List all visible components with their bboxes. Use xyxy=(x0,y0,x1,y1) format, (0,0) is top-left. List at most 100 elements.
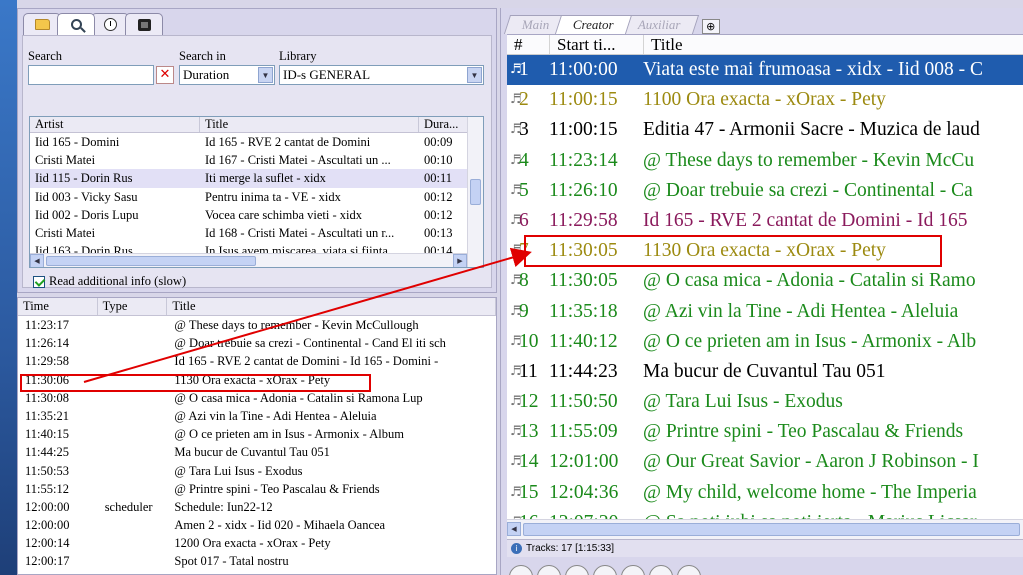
tab-search[interactable] xyxy=(57,13,95,35)
tab-film[interactable] xyxy=(125,13,163,35)
transport-button[interactable] xyxy=(593,565,617,575)
history-row[interactable]: 11:55:12 @ Printre spini - Teo Pascalau &… xyxy=(18,480,496,498)
column-start-time[interactable]: Start ti... xyxy=(550,35,644,54)
library-row[interactable]: Iid 002 - Doris Lupu Vocea care schimba v… xyxy=(30,206,483,224)
playlist-row[interactable]: ♬ 12 11:50:50 @ Tara Lui Isus - Exodus xyxy=(507,387,1023,417)
title-cell: @ Doar trebuie sa crezi - Continental - … xyxy=(643,179,973,201)
transport-button[interactable] xyxy=(677,565,701,575)
history-row[interactable]: 11:35:21 @ Azi vin la Tine - Adi Hentea -… xyxy=(18,407,496,425)
library-row[interactable]: Cristi Matei Id 167 - Cristi Matei - Ascu… xyxy=(30,151,483,169)
library-select[interactable]: ID-s GENERAL ▼ xyxy=(279,65,484,85)
title-cell: Iti merge la suflet - xidx xyxy=(205,171,326,186)
checkbox-checked[interactable] xyxy=(33,275,45,288)
library-row[interactable]: Iid 003 - Vicky Sasu Pentru inima ta - VE… xyxy=(30,188,483,206)
column-title[interactable]: Title xyxy=(167,298,496,315)
column-title[interactable]: Title xyxy=(200,117,419,132)
clear-search-button[interactable]: ✕ xyxy=(156,66,174,84)
tab-clock[interactable] xyxy=(91,13,129,35)
transport-button[interactable] xyxy=(537,565,561,575)
transport-button[interactable] xyxy=(509,565,533,575)
transport-button[interactable] xyxy=(621,565,645,575)
library-label: Library xyxy=(279,49,317,63)
history-row[interactable]: 12:00:14 1200 Ora exacta - xOrax - Pety xyxy=(18,534,496,552)
title-cell: Pentru inima ta - VE - xidx xyxy=(205,189,341,204)
type-cell: scheduler xyxy=(104,499,153,514)
playlist-grid[interactable]: # Start ti... Title ♬ 1 11:00:00 Viata este… xyxy=(507,34,1023,539)
number-cell: 12 xyxy=(519,391,539,413)
title-cell: @ Azi vin la Tine - Adi Hentea - Aleluia xyxy=(643,300,959,322)
music-note-icon: ♬ xyxy=(510,122,522,138)
playlist-row[interactable]: ♬ 6 11:29:58 Id 165 - RVE 2 cantat de Domin… xyxy=(507,206,1023,236)
playlist-row[interactable]: ♬ 13 11:55:09 @ Printre spini - Teo Pascala… xyxy=(507,417,1023,447)
playlist-row[interactable]: ♬ 14 12:01:00 @ Our Great Savior - Aaron J … xyxy=(507,447,1023,477)
library-grid[interactable]: Artist Title Dura... Iid 165 - Domini Id … xyxy=(29,116,484,268)
column-duration[interactable]: Dura... xyxy=(419,117,469,132)
history-highlight-box xyxy=(20,374,371,392)
type-cell xyxy=(98,425,168,443)
number-cell: 6 xyxy=(519,209,529,231)
playlist-hscrollbar[interactable]: ◀ xyxy=(507,519,1023,539)
time-cell: 11:35:21 xyxy=(25,408,69,423)
history-row[interactable]: 11:50:53 @ Tara Lui Isus - Exodus xyxy=(18,462,496,480)
music-note-icon: ♬ xyxy=(510,333,522,349)
time-cell: 11:55:12 xyxy=(25,481,69,496)
history-row[interactable]: 12:00:17 Spot 017 - Tatal nostru xyxy=(18,552,496,570)
playlist-row[interactable]: ♬ 5 11:26:10 @ Doar trebuie sa crezi - Cont… xyxy=(507,176,1023,206)
playlist-row[interactable]: ♬ 10 11:40:12 @ O ce prieten am in Isus - A… xyxy=(507,327,1023,357)
scroll-thumb[interactable] xyxy=(523,523,1020,536)
playlist-row[interactable]: ♬ 4 11:23:14 @ These days to remember - Kev… xyxy=(507,146,1023,176)
library-hscrollbar[interactable]: ◀ ▶ xyxy=(30,253,467,267)
playlist-row[interactable]: ♬ 3 11:00:15 Editia 47 - Armonii Sacre - Mu… xyxy=(507,115,1023,145)
chevron-down-icon[interactable]: ▼ xyxy=(467,67,482,83)
search-input[interactable] xyxy=(28,65,154,85)
playlist-row[interactable]: ♬ 9 11:35:18 @ Azi vin la Tine - Adi Hentea… xyxy=(507,297,1023,327)
add-tab-button[interactable]: ⊕ xyxy=(701,19,720,34)
chevron-down-icon[interactable]: ▼ xyxy=(258,67,273,83)
history-row[interactable]: 12:00:00 Amen 2 - xidx - Iid 020 - Mihael… xyxy=(18,516,496,534)
music-note-icon: ♬ xyxy=(510,454,522,470)
column-number[interactable]: # xyxy=(507,35,550,54)
library-row[interactable]: Iid 115 - Dorin Rus Iti merge la suflet -… xyxy=(30,169,483,188)
start-time-cell: 11:55:09 xyxy=(549,421,618,443)
scroll-right-icon[interactable]: ▶ xyxy=(453,254,467,267)
artist-cell: Cristi Matei xyxy=(35,153,96,168)
time-cell: 11:23:17 xyxy=(25,318,69,332)
tab-creator[interactable]: Creator xyxy=(555,15,633,34)
scroll-left-icon[interactable]: ◀ xyxy=(30,254,44,267)
library-row[interactable]: Cristi Matei Id 168 - Cristi Matei - Ascu… xyxy=(30,224,483,242)
number-cell: 8 xyxy=(519,270,529,292)
scroll-thumb[interactable] xyxy=(46,256,256,266)
history-row[interactable]: 11:29:58 Id 165 - RVE 2 cantat de Domini … xyxy=(18,352,496,370)
scroll-left-icon[interactable]: ◀ xyxy=(507,522,521,536)
library-vscrollbar[interactable] xyxy=(467,117,483,267)
search-in-select[interactable]: Duration ▼ xyxy=(179,65,275,85)
read-info-checkbox[interactable]: Read additional info (slow) xyxy=(33,274,186,289)
scroll-thumb[interactable] xyxy=(470,179,481,205)
history-row[interactable]: 11:40:15 @ O ce prieten am in Isus - Armo… xyxy=(18,425,496,443)
number-cell: 14 xyxy=(519,451,539,473)
tab-auxiliar[interactable]: Auxiliar xyxy=(620,15,699,34)
playlist-row[interactable]: ♬ 15 12:04:36 @ My child, welcome home - Th… xyxy=(507,478,1023,508)
library-value: ID-s GENERAL xyxy=(283,67,371,82)
column-artist[interactable]: Artist xyxy=(30,117,200,132)
transport-button[interactable] xyxy=(565,565,589,575)
history-row[interactable]: 11:23:17 @ These days to remember - Kevin… xyxy=(18,316,496,334)
tab-folder[interactable] xyxy=(23,13,61,35)
column-time[interactable]: Time xyxy=(18,298,98,315)
type-cell xyxy=(98,316,168,334)
playlist-row[interactable]: ♬ 8 11:30:05 @ O casa mica - Adonia - Catal… xyxy=(507,266,1023,296)
library-row[interactable]: Iid 165 - Domini Id 165 - RVE 2 cantat de… xyxy=(30,133,483,151)
title-cell: @ Doar trebuie sa crezi - Continental - … xyxy=(174,336,446,351)
playlist-row[interactable]: ♬ 2 11:00:15 1100 Ora exacta - xOrax - Pety xyxy=(507,85,1023,115)
transport-button[interactable] xyxy=(649,565,673,575)
title-cell: @ O ce prieten am in Isus - Armonix - Al… xyxy=(174,427,404,442)
history-row[interactable]: 11:26:14 @ Doar trebuie sa crezi - Contin… xyxy=(18,334,496,352)
history-row[interactable]: 11:44:25 Ma bucur de Cuvantul Tau 051 xyxy=(18,443,496,461)
library-panel: Search ✕ Search in Duration ▼ Library ID… xyxy=(17,8,497,293)
start-time-cell: 11:29:58 xyxy=(549,209,618,231)
column-type[interactable]: Type xyxy=(98,298,168,315)
column-title[interactable]: Title xyxy=(644,35,1023,54)
playlist-row[interactable]: ♬ 1 11:00:00 Viata este mai frumoasa - xidx… xyxy=(507,55,1023,86)
history-row[interactable]: 12:00:00 scheduler Schedule: Iun22-12 xyxy=(18,498,496,516)
playlist-row[interactable]: ♬ 11 11:44:23 Ma bucur de Cuvantul Tau 051 xyxy=(507,357,1023,387)
